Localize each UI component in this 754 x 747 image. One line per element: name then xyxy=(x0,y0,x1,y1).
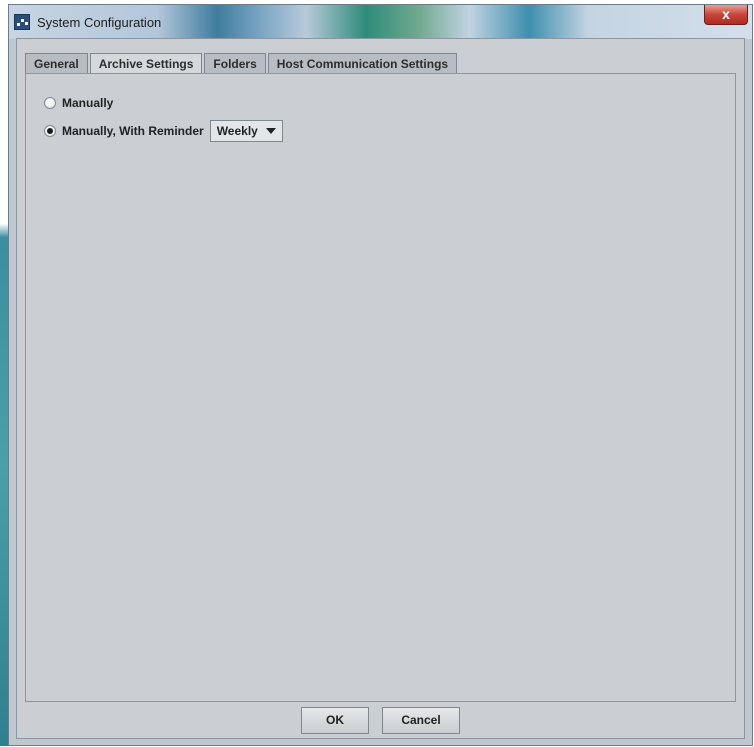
chevron-down-icon xyxy=(265,128,276,134)
system-configuration-dialog: System Configuration x General Archive S… xyxy=(8,4,753,746)
ok-button[interactable]: OK xyxy=(301,707,369,734)
archive-settings-panel: Manually Manually, With Reminder Weekly xyxy=(25,73,736,702)
tab-strip: General Archive Settings Folders Host Co… xyxy=(25,53,459,74)
dialog-button-bar: OK Cancel xyxy=(17,702,744,738)
window-title: System Configuration xyxy=(37,15,162,30)
dialog-body: General Archive Settings Folders Host Co… xyxy=(16,38,745,739)
app-icon xyxy=(14,14,30,30)
background-desktop-strip xyxy=(0,40,8,746)
option-reminder-label: Manually, With Reminder xyxy=(62,124,204,138)
tab-folders[interactable]: Folders xyxy=(204,53,266,73)
reminder-frequency-value: Weekly xyxy=(216,124,258,138)
title-bar[interactable]: System Configuration x xyxy=(9,5,752,39)
radio-manually-with-reminder[interactable] xyxy=(44,125,56,137)
close-button[interactable]: x xyxy=(704,5,748,25)
cancel-button[interactable]: Cancel xyxy=(382,707,460,734)
reminder-frequency-select[interactable]: Weekly xyxy=(209,120,283,142)
close-icon: x xyxy=(722,6,730,22)
option-manually-with-reminder[interactable]: Manually, With Reminder Weekly xyxy=(44,120,283,142)
option-manually-label: Manually xyxy=(62,96,114,110)
tab-general[interactable]: General xyxy=(25,53,88,73)
tab-archive-settings[interactable]: Archive Settings xyxy=(89,53,203,74)
option-manually[interactable]: Manually xyxy=(44,96,113,110)
tab-host-communication-settings[interactable]: Host Communication Settings xyxy=(267,53,458,73)
radio-manually[interactable] xyxy=(44,97,56,109)
